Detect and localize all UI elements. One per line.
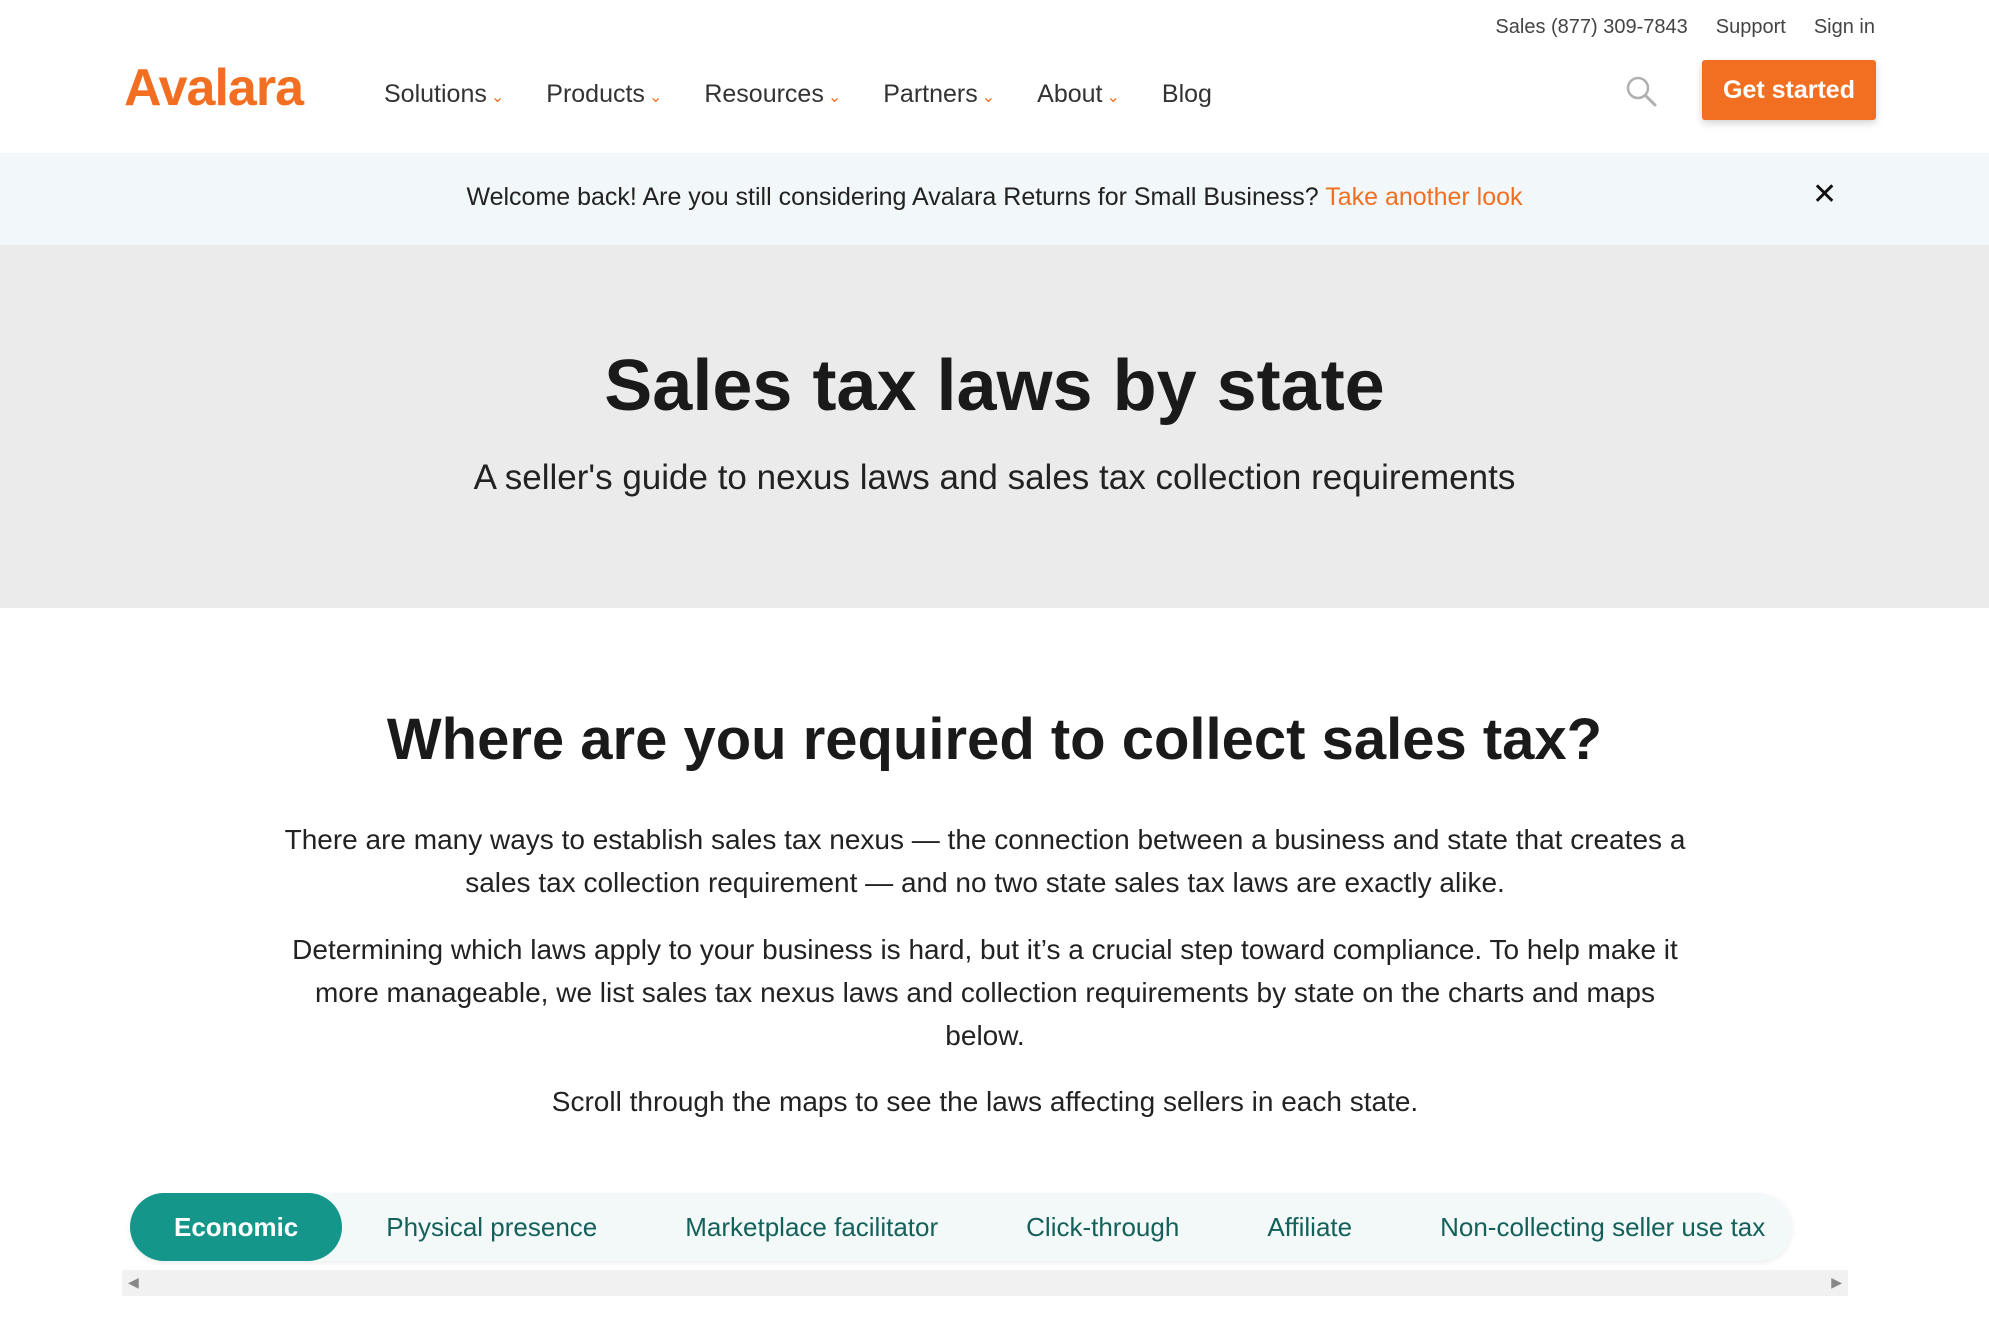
tab-marketplace-facilitator[interactable]: Marketplace facilitator [641, 1193, 982, 1261]
nav-label: Products [546, 80, 645, 108]
sales-phone-link[interactable]: Sales (877) 309-7843 [1495, 16, 1687, 39]
nav-label: About [1037, 80, 1103, 108]
page-subtitle: A seller's guide to nexus laws and sales… [473, 458, 1516, 497]
tab-click-through[interactable]: Click-through [982, 1193, 1223, 1261]
banner-text: Welcome back! Are you still considering … [466, 183, 1319, 211]
main-nav: Solutions ⌄ Products ⌄ Resources ⌄ Partners… [384, 80, 1254, 109]
intro-paragraph: Determining which laws apply to your bus… [292, 934, 1678, 1051]
nav-item-blog[interactable]: Blog [1162, 80, 1212, 109]
scroll-right-icon[interactable]: ▶ [1831, 1274, 1842, 1291]
nav-label: Partners [883, 80, 978, 108]
sign-in-link[interactable]: Sign in [1814, 16, 1875, 39]
tab-physical-presence[interactable]: Physical presence [342, 1193, 641, 1261]
close-icon[interactable]: ✕ [1812, 180, 1837, 210]
avalara-logo[interactable]: Avalara [124, 59, 304, 117]
take-another-look-link[interactable]: Take another look [1325, 183, 1522, 211]
horizontal-scrollbar[interactable]: ◀ ▶ [122, 1270, 1848, 1296]
chevron-down-icon: ⌄ [1106, 88, 1120, 106]
support-link[interactable]: Support [1716, 16, 1786, 39]
chevron-down-icon: ⌄ [648, 88, 663, 106]
nav-item-products[interactable]: Products ⌄ [546, 80, 662, 109]
nav-item-about[interactable]: About ⌄ [1037, 80, 1120, 109]
intro-paragraph: There are many ways to establish sales t… [284, 824, 1686, 898]
scroll-left-icon[interactable]: ◀ [128, 1274, 139, 1291]
logo-text: Avalara [124, 59, 304, 117]
nav-label: Solutions [384, 80, 487, 108]
welcome-banner: Welcome back! Are you still considering … [0, 153, 1989, 245]
section-title: Where are you required to collect sales … [386, 707, 1603, 772]
get-started-button[interactable]: Get started [1702, 60, 1876, 120]
chevron-down-icon: ⌄ [827, 88, 842, 106]
page-title: Sales tax laws by state [604, 346, 1385, 426]
nav-item-solutions[interactable]: Solutions ⌄ [384, 80, 504, 109]
nexus-type-tabs: Economic Physical presence Marketplace f… [130, 1193, 1792, 1261]
search-icon[interactable] [1624, 74, 1658, 108]
nav-item-resources[interactable]: Resources ⌄ [704, 80, 841, 109]
nav-label: Blog [1161, 80, 1212, 108]
hero-section: Sales tax laws by state A seller's guide… [0, 245, 1989, 608]
intro-paragraph: Scroll through the maps to see the laws … [551, 1086, 1419, 1117]
banner-message: Welcome back! Are you still considering … [0, 183, 1989, 212]
nav-label: Resources [704, 80, 824, 108]
chevron-down-icon: ⌄ [981, 88, 996, 106]
tab-economic[interactable]: Economic [130, 1193, 343, 1261]
tab-affiliate[interactable]: Affiliate [1223, 1193, 1396, 1261]
utility-nav: Sales (877) 309-7843 Support Sign in [1495, 16, 1875, 39]
site-header: Sales (877) 309-7843 Support Sign in Ava… [0, 0, 1989, 153]
tab-non-collecting-seller-use-tax[interactable]: Non-collecting seller use tax [1396, 1193, 1809, 1261]
chevron-down-icon: ⌄ [490, 88, 505, 106]
nav-item-partners[interactable]: Partners ⌄ [883, 80, 995, 109]
